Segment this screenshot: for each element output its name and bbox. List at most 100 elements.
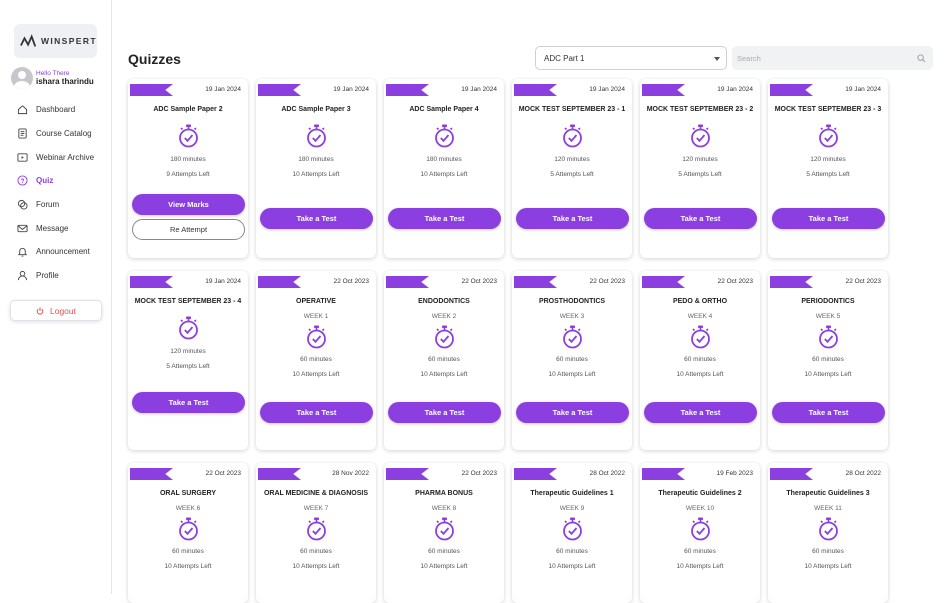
search-icon [917, 54, 926, 63]
quiz-card: 22 Oct 2023 PERIODONTICS WEEK 5 60 minutes 1… [768, 271, 888, 450]
ribbon-badge [130, 276, 173, 288]
quiz-date: 19 Jan 2024 [461, 86, 497, 93]
sidebar-item-course-catalog[interactable]: Course Catalog [17, 122, 94, 146]
sidebar-item-forum[interactable]: Forum [17, 193, 94, 217]
quiz-attempts-left: 5 Attempts Left [166, 363, 210, 370]
take-test-button[interactable]: Take a Test [388, 402, 501, 423]
view-marks-button[interactable]: View Marks [132, 194, 245, 215]
quiz-title: ADC Sample Paper 3 [281, 106, 351, 113]
quiz-week: WEEK 5 [815, 313, 841, 320]
sidebar-item-quiz[interactable]: ? Quiz [17, 169, 94, 193]
quiz-title: PERIODONTICS [801, 298, 855, 305]
quiz-title: Therapeutic Guidelines 2 [658, 490, 742, 497]
username: ishara tharindu [36, 77, 94, 86]
logout-label: Logout [50, 305, 76, 316]
quiz-duration: 60 minutes [428, 356, 460, 363]
quiz-card: 22 Oct 2023 PROSTHODONTICS WEEK 3 60 minute… [512, 271, 632, 450]
forum-icon [17, 200, 28, 210]
quiz-date: 19 Jan 2024 [589, 86, 625, 93]
take-test-button[interactable]: Take a Test [516, 402, 629, 423]
quiz-duration: 120 minutes [682, 156, 718, 163]
quiz-duration: 60 minutes [300, 356, 332, 363]
question-icon: ? [17, 175, 28, 186]
stopwatch-icon [690, 517, 711, 541]
ribbon-badge [642, 276, 685, 288]
take-test-button[interactable]: Take a Test [772, 208, 885, 229]
quiz-title: MOCK TEST SEPTEMBER 23 - 2 [646, 106, 754, 113]
stopwatch-icon [818, 325, 839, 349]
quiz-duration: 180 minutes [426, 156, 462, 163]
ribbon-badge [770, 84, 813, 96]
quiz-card: 28 Oct 2022 Therapeutic Guidelines 1 WEEK … [512, 463, 632, 603]
quiz-attempts-left: 10 Attempts Left [292, 563, 340, 570]
sidebar-item-label: Dashboard [36, 105, 76, 115]
quiz-title: PEDO & ORTHO [672, 298, 728, 305]
take-test-button[interactable]: Take a Test [772, 402, 885, 423]
take-test-button[interactable]: Take a Test [516, 208, 629, 229]
quiz-week: WEEK 4 [687, 313, 713, 320]
take-test-button[interactable]: Take a Test [132, 392, 245, 413]
quiz-attempts-left: 5 Attempts Left [806, 171, 850, 178]
quiz-week: WEEK 7 [303, 505, 329, 512]
stopwatch-icon [690, 325, 711, 349]
ribbon-badge [130, 84, 173, 96]
ribbon-badge [770, 276, 813, 288]
take-test-button[interactable]: Take a Test [388, 208, 501, 229]
quiz-card: 19 Jan 2024 ADC Sample Paper 3 180 minutes… [256, 79, 376, 258]
stopwatch-icon [562, 124, 583, 148]
ribbon-badge [514, 468, 557, 480]
page-title: Quizzes [128, 51, 181, 67]
quiz-title: ORAL SURGERY [159, 490, 216, 497]
quiz-date: 22 Oct 2023 [845, 278, 881, 285]
sidebar-item-announcement[interactable]: Announcement [17, 240, 94, 264]
take-test-button[interactable]: Take a Test [260, 208, 373, 229]
quiz-date: 19 Feb 2023 [716, 470, 753, 477]
user-profile: Hello There ishara tharindu [11, 67, 94, 89]
quiz-card: 22 Oct 2023 ENDODONTICS WEEK 2 60 minutes 10… [384, 271, 504, 450]
re-attempt-button[interactable]: Re Attempt [132, 219, 245, 240]
quiz-title: MOCK TEST SEPTEMBER 23 - 3 [774, 106, 882, 113]
greeting: Hello There [36, 70, 70, 77]
quiz-attempts-left: 10 Attempts Left [420, 171, 468, 178]
quiz-title: Therapeutic Guidelines 3 [786, 490, 870, 497]
logo-text: WINSPERT [40, 36, 97, 46]
quiz-card: 28 Nov 2022 ORAL MEDICINE & DIAGNOSIS WEEK… [256, 463, 376, 603]
sidebar-item-profile[interactable]: Profile [17, 264, 94, 288]
quiz-week: WEEK 8 [431, 505, 457, 512]
quiz-card: 22 Oct 2023 OPERATIVE WEEK 1 60 minutes 10 A… [256, 271, 376, 450]
sidebar-item-message[interactable]: Message [17, 216, 94, 240]
course-select-value: ADC Part 1 [544, 53, 585, 63]
sidebar-item-label: Quiz [36, 176, 54, 186]
mail-icon [17, 224, 28, 232]
search-input[interactable]: Search [732, 46, 933, 70]
quiz-attempts-left: 10 Attempts Left [804, 563, 852, 570]
quiz-week: WEEK 2 [431, 313, 457, 320]
quiz-title: Therapeutic Guidelines 1 [530, 490, 614, 497]
quiz-duration: 180 minutes [170, 156, 206, 163]
ribbon-badge [386, 84, 429, 96]
ribbon-badge [770, 468, 813, 480]
ribbon-badge [642, 468, 685, 480]
quiz-card: 19 Jan 2024 ADC Sample Paper 2 180 minutes… [128, 79, 248, 258]
take-test-button[interactable]: Take a Test [644, 402, 757, 423]
sidebar-item-webinar-archive[interactable]: Webinar Archive [17, 145, 94, 169]
quiz-attempts-left: 10 Attempts Left [164, 563, 212, 570]
quiz-title: ORAL MEDICINE & DIAGNOSIS [263, 490, 369, 497]
take-test-button[interactable]: Take a Test [260, 402, 373, 423]
quiz-title: PROSTHODONTICS [538, 298, 606, 305]
stopwatch-icon [178, 316, 199, 340]
take-test-button[interactable]: Take a Test [644, 208, 757, 229]
sidebar-item-dashboard[interactable]: Dashboard [17, 98, 94, 122]
quiz-week: WEEK 10 [685, 505, 715, 512]
logo[interactable]: WINSPERT [14, 24, 97, 58]
sidebar-item-label: Webinar Archive [36, 152, 95, 162]
sidebar-item-label: Message [36, 223, 69, 233]
ribbon-badge [514, 84, 557, 96]
course-select[interactable]: ADC Part 1 [535, 46, 727, 70]
svg-text:?: ? [21, 178, 25, 185]
document-icon [18, 128, 27, 139]
quiz-duration: 60 minutes [428, 548, 460, 555]
stopwatch-icon [562, 517, 583, 541]
user-icon [17, 271, 28, 281]
logout-button[interactable]: Logout [10, 300, 102, 321]
